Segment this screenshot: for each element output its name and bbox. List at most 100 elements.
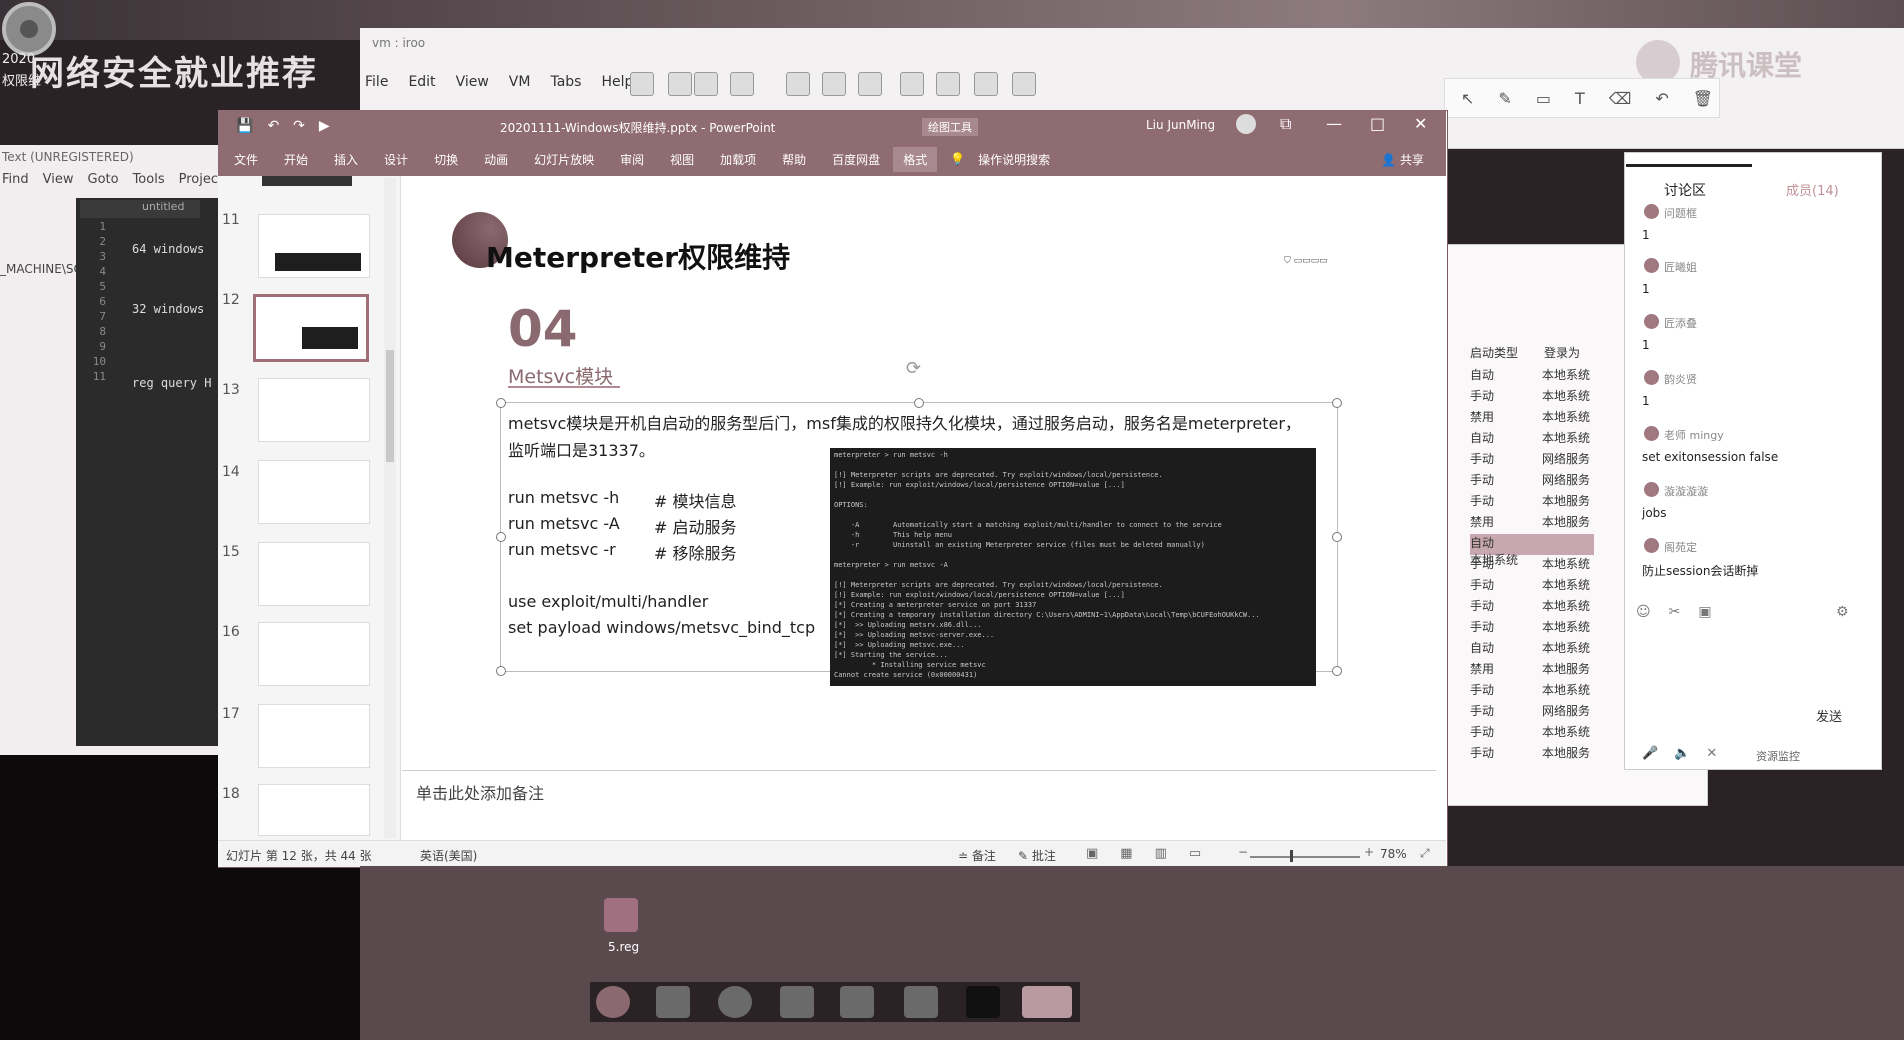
- resource-monitor-label[interactable]: 资源监控: [1756, 748, 1800, 764]
- save-icon[interactable]: 💾: [236, 118, 253, 134]
- explorer-icon[interactable]: [656, 986, 690, 1018]
- scissors-icon[interactable]: ✂: [1669, 604, 1681, 620]
- thumbnail-scroll-thumb[interactable]: [386, 350, 394, 462]
- tab-addins[interactable]: 加载项: [707, 151, 769, 168]
- vm-snapshot-icon[interactable]: [786, 72, 810, 96]
- avatar[interactable]: [1644, 426, 1659, 441]
- notes-placeholder[interactable]: 单击此处添加备注: [416, 780, 544, 804]
- avatar[interactable]: [1644, 314, 1659, 329]
- fit-slide-icon[interactable]: ⤢: [1420, 846, 1430, 861]
- service-row[interactable]: 禁用 本地服务: [1470, 513, 1614, 534]
- normal-view-icon[interactable]: ▣: [1086, 846, 1098, 861]
- search-icon[interactable]: [780, 986, 814, 1018]
- vm-refresh-icon[interactable]: [730, 72, 754, 96]
- service-row[interactable]: 手动 本地系统: [1470, 723, 1614, 744]
- emoji-icon[interactable]: ☺: [1636, 604, 1651, 620]
- tab-format[interactable]: 格式: [893, 146, 938, 172]
- image-icon[interactable]: ▣: [1698, 604, 1711, 620]
- sublime-menu-find[interactable]: Find: [2, 172, 29, 192]
- mute-icon[interactable]: ✕: [1706, 746, 1717, 761]
- sublime-menu-tools[interactable]: Tools: [133, 172, 165, 192]
- trash-icon[interactable]: 🗑: [1693, 89, 1713, 108]
- pointer-icon[interactable]: ↖: [1461, 89, 1474, 108]
- sorter-view-icon[interactable]: ▦: [1120, 846, 1132, 861]
- tab-insert[interactable]: 插入: [321, 151, 371, 168]
- vm-menu-view[interactable]: View: [456, 74, 489, 90]
- service-row[interactable]: 手动 网络服务: [1470, 471, 1614, 492]
- zoom-slider-thumb[interactable]: [1290, 850, 1293, 862]
- vm-revert-icon[interactable]: [858, 72, 882, 96]
- vm-play-icon[interactable]: [694, 72, 718, 96]
- tab-design[interactable]: 设计: [371, 151, 421, 168]
- vm-console-icon[interactable]: [1012, 72, 1036, 96]
- avatar[interactable]: [1644, 204, 1659, 219]
- service-row[interactable]: 禁用 本地服务: [1470, 660, 1614, 681]
- thumbnail-slide[interactable]: [258, 214, 370, 278]
- services-col-logon[interactable]: 登录为: [1544, 344, 1580, 361]
- slide-module-heading[interactable]: Metsvc模块: [508, 362, 613, 389]
- zoom-out-icon[interactable]: −: [1238, 845, 1248, 859]
- tab-view[interactable]: 视图: [657, 151, 707, 168]
- service-row[interactable]: 自动本地系统: [1470, 429, 1614, 450]
- text-icon[interactable]: T: [1575, 89, 1585, 108]
- undo-icon[interactable]: ↶: [267, 118, 279, 134]
- vm-menu-help[interactable]: Help: [601, 74, 633, 90]
- thumbnail-slide-selected[interactable]: [253, 294, 369, 362]
- speaker-icon[interactable]: 🔈: [1674, 746, 1690, 761]
- notes-pane[interactable]: [402, 770, 1436, 841]
- notes-button[interactable]: ≐ 备注: [958, 847, 996, 864]
- tab-members[interactable]: 成员(14): [1786, 180, 1839, 199]
- tab-transitions[interactable]: 切换: [421, 151, 471, 168]
- present-icon[interactable]: ▶: [319, 118, 330, 134]
- tab-help[interactable]: 帮助: [769, 151, 819, 168]
- thumbnail-scrollbar[interactable]: [384, 178, 396, 838]
- vm-menu-file[interactable]: File: [365, 74, 388, 90]
- tab-review[interactable]: 审阅: [607, 151, 657, 168]
- service-row[interactable]: 手动 本地系统: [1470, 387, 1614, 408]
- sublime-menu-goto[interactable]: Goto: [88, 172, 119, 192]
- rect-icon[interactable]: ▭: [1536, 89, 1551, 108]
- service-row[interactable]: 手动 本地服务: [1470, 492, 1614, 513]
- reading-view-icon[interactable]: ▥: [1155, 846, 1167, 861]
- tab-discussion[interactable]: 讨论区: [1664, 180, 1706, 200]
- sublime-menu-project[interactable]: Project: [179, 172, 223, 192]
- active-window-icon[interactable]: [1022, 986, 1072, 1018]
- tell-me-search[interactable]: 操作说明搜索: [978, 151, 1063, 168]
- resize-handle[interactable]: [1332, 666, 1342, 676]
- avatar[interactable]: [1236, 114, 1256, 134]
- vm-fullscreen-icon[interactable]: [936, 72, 960, 96]
- chart-tool-icon[interactable]: [840, 986, 874, 1018]
- zoom-level[interactable]: 78%: [1380, 847, 1407, 861]
- pen-icon[interactable]: ✎: [1498, 89, 1511, 108]
- service-row[interactable]: 手动 网络服务: [1470, 702, 1614, 723]
- thumbnail-slide[interactable]: [258, 378, 370, 442]
- sublime-menu-view[interactable]: View: [43, 172, 74, 192]
- service-row[interactable]: 手动 网络服务: [1470, 450, 1614, 471]
- reg-file-icon[interactable]: [604, 898, 638, 932]
- service-row[interactable]: 手动 本地服务: [1470, 744, 1614, 765]
- vm-menu-edit[interactable]: Edit: [408, 74, 435, 90]
- avatar[interactable]: [1644, 482, 1659, 497]
- resize-handle[interactable]: [914, 398, 924, 408]
- avatar[interactable]: [1644, 258, 1659, 273]
- service-row[interactable]: 自动本地系统: [1470, 534, 1594, 567]
- vm-library-icon[interactable]: [630, 72, 654, 96]
- resize-handle[interactable]: [496, 398, 506, 408]
- thumbnail-slide[interactable]: [258, 542, 370, 606]
- slide-section-number[interactable]: 04: [508, 300, 578, 358]
- service-row[interactable]: 手动 本地系统: [1470, 618, 1614, 639]
- service-row[interactable]: 手动 本地系统: [1470, 555, 1614, 576]
- close-icon[interactable]: ✕: [1414, 114, 1427, 133]
- slide-title[interactable]: Meterpreter权限维持: [486, 236, 790, 276]
- undo-icon[interactable]: ↶: [1655, 89, 1668, 108]
- microphone-icon[interactable]: 🎤: [1642, 746, 1658, 761]
- tab-animations[interactable]: 动画: [471, 151, 521, 168]
- avatar[interactable]: [1644, 370, 1659, 385]
- thumbnail-slide[interactable]: [258, 784, 370, 836]
- avatar[interactable]: [1644, 538, 1659, 553]
- service-row[interactable]: 手动 本地系统: [1470, 576, 1614, 597]
- reg-file-label[interactable]: 5.reg: [608, 940, 639, 954]
- vm-menu-vm[interactable]: VM: [509, 74, 531, 90]
- zoom-slider[interactable]: [1250, 856, 1360, 858]
- vm-snapshot-manager-icon[interactable]: [822, 72, 846, 96]
